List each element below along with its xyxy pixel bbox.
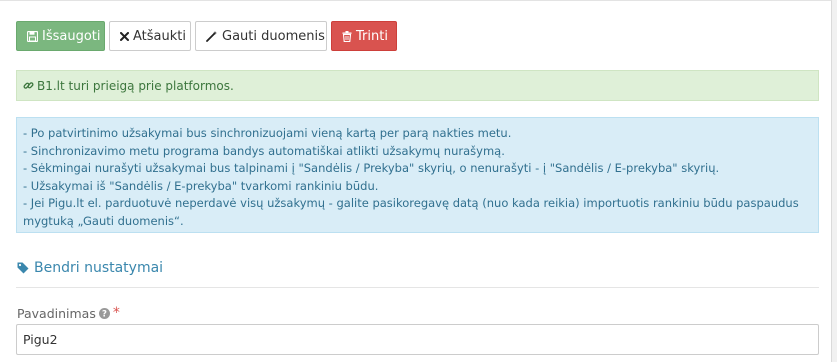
save-icon [27,30,38,42]
fetch-data-button[interactable]: Gauti duomenis [195,21,327,51]
cancel-button[interactable]: Atšaukti [109,21,191,51]
info-line: - Užsakymai iš "Sandėlis / E-prekyba" tv… [23,178,379,193]
section-divider [16,287,819,288]
trash-icon [342,30,352,42]
info-line: - Jei Pigu.lt el. parduotuvė neperdavė v… [23,196,799,211]
link-icon [23,80,34,91]
cancel-button-label: Atšaukti [133,28,186,44]
magic-wand-icon [206,30,218,42]
info-line: - Po patvirtinimo užsakymai bus sinchron… [23,126,512,140]
toolbar: Išsaugoti Atšaukti Gauti duomenis Trinti [16,21,397,51]
tag-icon [17,262,29,274]
delete-button-label: Trinti [356,28,388,44]
section-title-text: Bendri nustatymai [34,260,164,276]
required-marker: * [112,305,120,321]
name-field-label: Pavadinimas ? * [17,305,120,321]
question-icon[interactable]: ? [98,307,110,319]
name-input[interactable] [16,324,819,355]
save-button-label: Išsaugoti [42,28,101,44]
platform-access-alert: B1.lt turi prieigą prie platformos. [16,70,819,101]
settings-panel: Išsaugoti Atšaukti Gauti duomenis Trinti… [0,0,832,362]
close-icon [120,31,129,41]
sync-info-alert: - Po patvirtinimo užsakymai bus sinchron… [16,117,819,233]
platform-access-message: B1.lt turi prieigą prie platformos. [37,78,234,93]
save-button[interactable]: Išsaugoti [16,21,105,51]
info-line: - Sinchronizavimo metu programa bandys a… [23,143,505,158]
delete-button[interactable]: Trinti [331,21,397,51]
info-line: mygtuką „Gauti duomenis“. [23,213,184,228]
name-label-text: Pavadinimas [17,305,96,321]
info-line: - Sėkmingai nurašyti užsakymai bus talpi… [23,161,720,176]
svg-text:?: ? [102,309,107,318]
section-title: Bendri nustatymai [17,260,163,276]
fetch-data-button-label: Gauti duomenis [222,28,325,44]
